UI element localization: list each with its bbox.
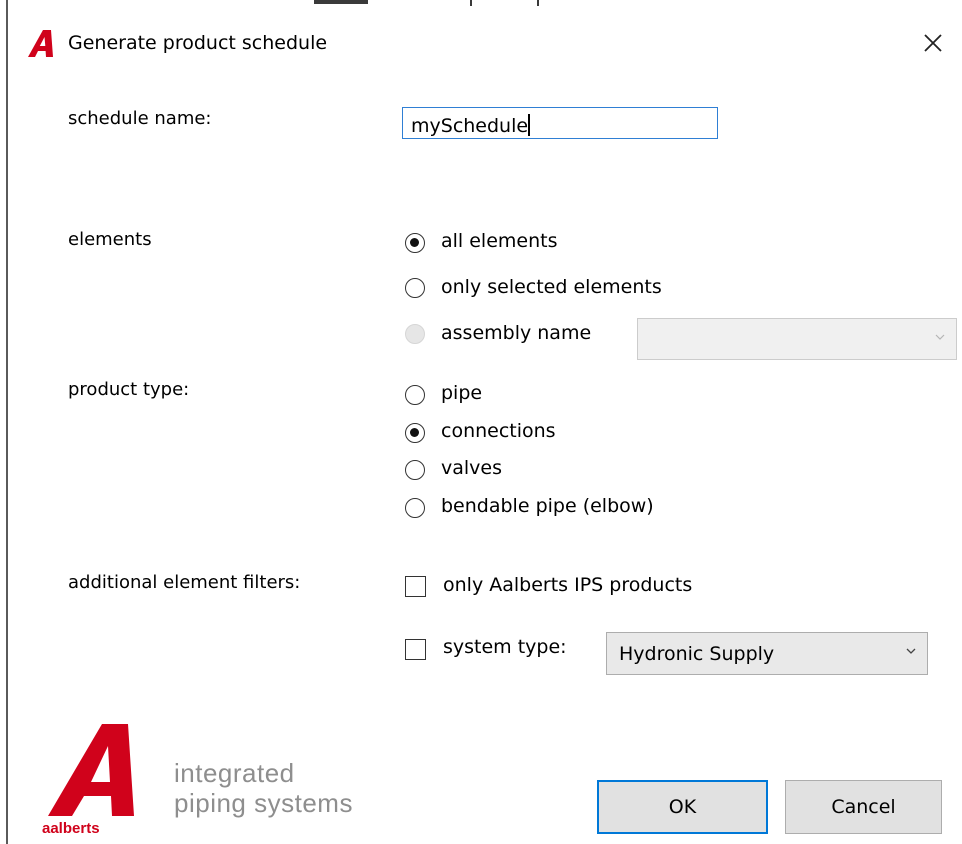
aalberts-logo-icon [48,724,134,816]
radio-label-bendable-pipe[interactable]: bendable pipe (elbow) [441,495,654,517]
radio-label-only-selected-elements[interactable]: only selected elements [441,276,662,298]
radio-valves[interactable] [405,460,425,480]
schedule-name-value: mySchedule [411,115,529,137]
system-type-value: Hydronic Supply [619,643,775,665]
elements-label: elements [68,229,152,250]
window-title: Generate product schedule [68,32,328,54]
brand-area: aalberts integrated piping systems [38,722,358,842]
close-icon[interactable] [918,28,948,58]
chevron-down-icon [906,648,916,654]
brand-wordmark: aalberts [42,820,100,837]
background-strip [0,0,962,10]
system-type-label[interactable]: system type: [443,636,567,658]
aalberts-logo-icon [28,30,53,57]
chevron-down-icon [935,334,945,340]
background-segment [470,0,472,6]
radio-label-assembly-name: assembly name [441,322,592,344]
brand-tagline-line1: integrated [174,758,295,788]
radio-assembly-name [405,324,425,344]
only-ips-label[interactable]: only Aalberts IPS products [443,574,692,596]
background-segment [314,0,368,4]
ok-button[interactable]: OK [597,780,768,834]
radio-only-selected-elements[interactable] [405,278,425,298]
radio-connections[interactable] [405,423,425,443]
system-type-dropdown[interactable]: Hydronic Supply [606,632,928,675]
cancel-button[interactable]: Cancel [785,780,942,834]
background-segment [537,0,539,6]
product-type-label: product type: [68,379,190,400]
radio-label-valves[interactable]: valves [441,457,502,479]
radio-label-pipe[interactable]: pipe [441,382,482,404]
schedule-name-input[interactable]: mySchedule [402,107,718,139]
text-caret [528,114,530,136]
radio-label-all-elements[interactable]: all elements [441,230,558,252]
radio-pipe[interactable] [405,385,425,405]
brand-tagline-line2: piping systems [174,788,353,818]
radio-bendable-pipe[interactable] [405,498,425,518]
title-bar: Generate product schedule [8,10,962,72]
only-ips-checkbox[interactable] [405,576,426,597]
radio-all-elements[interactable] [405,233,425,253]
additional-filters-label: additional element filters: [68,572,301,593]
radio-label-connections[interactable]: connections [441,420,556,442]
assembly-name-dropdown [637,318,957,360]
schedule-name-label: schedule name: [68,108,212,129]
dialog: Generate product schedule schedule name:… [8,10,962,844]
system-type-checkbox[interactable] [405,639,426,660]
